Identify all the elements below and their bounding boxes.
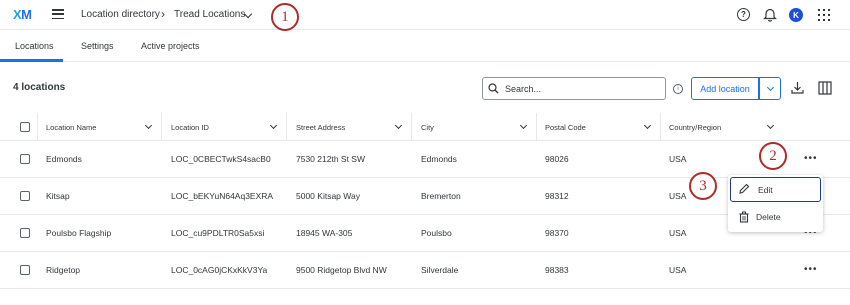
table-row[interactable]: Kitsap LOC_bEKYuN64Aq3EXRA 5000 Kitsap W…	[0, 178, 850, 215]
cell-street-address: 7530 212th St SW	[296, 154, 365, 164]
search-icon	[488, 83, 499, 94]
cell-city: Poulsbo	[421, 228, 452, 238]
more-options-icon[interactable]: •••	[804, 154, 818, 164]
breadcrumb-separator: ›	[161, 7, 165, 21]
delete-label: Delete	[756, 212, 781, 222]
search-input[interactable]	[505, 80, 663, 97]
cell-postal-code: 98370	[545, 228, 569, 238]
table-header: Location Name Location ID Street Address…	[0, 113, 850, 141]
breadcrumb-tread-locations[interactable]: Tread Locations	[174, 9, 245, 20]
tab-settings[interactable]: Settings	[81, 41, 114, 51]
pencil-icon	[739, 183, 750, 194]
row-checkbox[interactable]	[20, 154, 30, 164]
cell-postal-code: 98312	[545, 191, 569, 201]
row-checkbox[interactable]	[20, 191, 30, 201]
info-icon[interactable]: i	[673, 84, 683, 94]
cell-street-address: 5000 Kitsap Way	[296, 191, 360, 201]
edit-menu-item[interactable]: Edit	[730, 177, 821, 202]
chevron-down-icon	[766, 83, 775, 92]
table-row[interactable]: Poulsbo Flagship LOC_cu9PDLTR0Sa5xsi 189…	[0, 215, 850, 252]
cell-location-id: LOC_bEKYuN64Aq3EXRA	[171, 191, 274, 201]
search-box	[482, 77, 666, 100]
callout-1: 1	[271, 3, 299, 31]
breadcrumb-location-directory[interactable]: Location directory	[81, 9, 160, 20]
cell-location-name: Ridgetop	[46, 265, 81, 275]
add-location-dropdown-button[interactable]	[759, 77, 781, 100]
cell-city: Silverdale	[421, 265, 459, 275]
column-header-street-address[interactable]: Street Address	[296, 123, 345, 132]
tab-bar: Locations Settings Active projects	[0, 31, 850, 62]
row-context-menu: Edit Delete	[728, 175, 823, 232]
cell-country-region: USA	[669, 154, 687, 164]
columns-icon[interactable]	[818, 81, 832, 95]
bell-icon[interactable]	[763, 7, 777, 22]
delete-menu-item[interactable]: Delete	[730, 205, 821, 229]
help-icon[interactable]: ?	[737, 8, 750, 21]
table-row[interactable]: Edmonds LOC_0CBECTwkS4sacB0 7530 212th S…	[0, 141, 850, 178]
callout-3: 3	[689, 172, 717, 200]
row-checkbox[interactable]	[20, 265, 30, 275]
column-header-location-id[interactable]: Location ID	[171, 123, 209, 132]
chevron-down-icon[interactable]	[643, 121, 652, 130]
location-count: 4 locations	[13, 82, 66, 93]
more-options-icon[interactable]: •••	[804, 265, 818, 275]
cell-city: Bremerton	[421, 191, 461, 201]
avatar[interactable]: K	[789, 8, 803, 22]
cell-city: Edmonds	[421, 154, 457, 164]
apps-grid-icon[interactable]	[818, 9, 830, 21]
cell-location-id: LOC_0CBECTwkS4sacB0	[171, 154, 271, 164]
tab-active-projects[interactable]: Active projects	[141, 41, 200, 51]
cell-country-region: USA	[669, 191, 687, 201]
chevron-down-icon[interactable]	[144, 121, 153, 130]
tab-locations[interactable]: Locations	[15, 41, 54, 51]
menu-icon[interactable]	[52, 9, 64, 19]
cell-location-id: LOC_0cAG0jCKxKkV3Ya	[171, 265, 268, 275]
column-header-location-name[interactable]: Location Name	[46, 123, 96, 132]
cell-country-region: USA	[669, 265, 687, 275]
trash-icon	[739, 211, 749, 223]
download-icon[interactable]	[791, 81, 804, 95]
cell-location-name: Poulsbo Flagship	[46, 228, 112, 238]
cell-postal-code: 98383	[545, 265, 569, 275]
cell-location-name: Kitsap	[46, 191, 70, 201]
column-header-country-region[interactable]: Country/Region	[669, 123, 721, 132]
chevron-down-icon[interactable]	[766, 121, 775, 130]
cell-location-name: Edmonds	[46, 154, 82, 164]
callout-2: 2	[759, 142, 787, 170]
cell-location-id: LOC_cu9PDLTR0Sa5xsi	[171, 228, 265, 238]
active-tab-indicator	[0, 59, 63, 62]
edit-label: Edit	[758, 185, 773, 195]
cell-country-region: USA	[669, 228, 687, 238]
chevron-down-icon[interactable]	[519, 121, 528, 130]
add-location-button[interactable]: Add location	[691, 77, 759, 100]
chevron-down-icon[interactable]	[269, 121, 278, 130]
select-all-checkbox[interactable]	[20, 122, 30, 132]
table-row[interactable]: Ridgetop LOC_0cAG0jCKxKkV3Ya 9500 Ridget…	[0, 252, 850, 289]
xm-logo[interactable]: XM	[13, 7, 32, 22]
column-header-postal-code[interactable]: Postal Code	[545, 123, 586, 132]
cell-postal-code: 98026	[545, 154, 569, 164]
row-checkbox[interactable]	[20, 228, 30, 238]
cell-street-address: 9500 Ridgetop Blvd NW	[296, 265, 387, 275]
cell-street-address: 18945 WA-305	[296, 228, 353, 238]
chevron-down-icon[interactable]	[394, 121, 403, 130]
top-bar: XM Location directory › Tread Locations …	[0, 0, 850, 30]
column-header-city[interactable]: City	[421, 123, 434, 132]
